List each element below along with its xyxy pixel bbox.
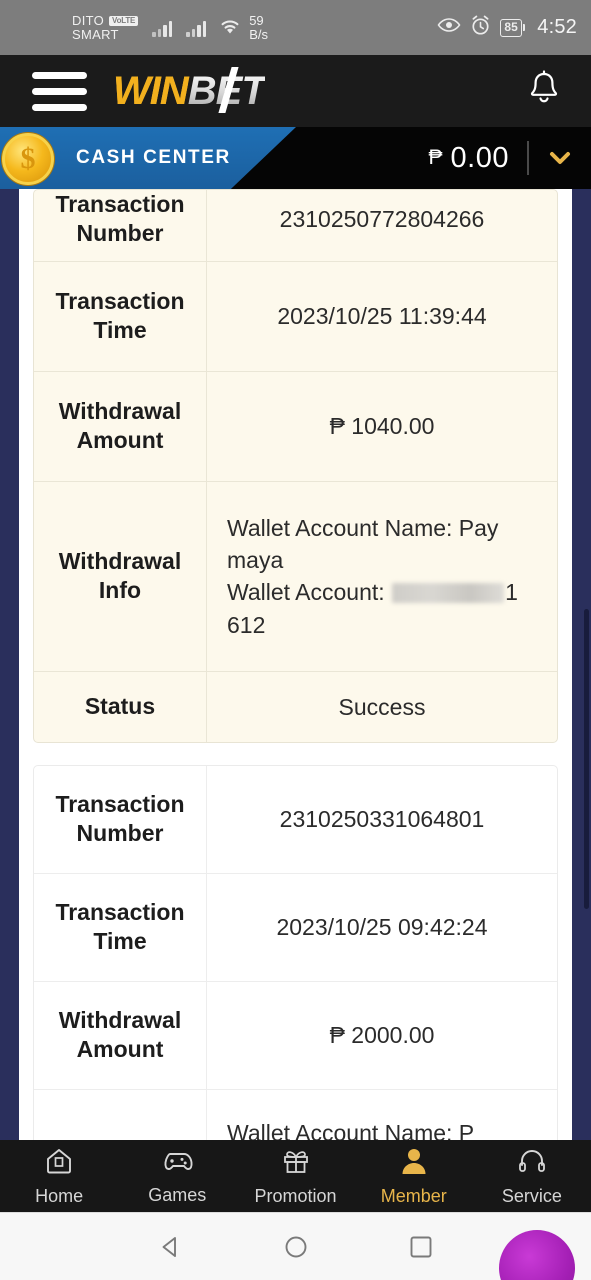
balance-amount: 0.00 — [450, 141, 509, 174]
network-speed-value: 59 — [249, 12, 264, 28]
row-label: Transaction Time — [34, 261, 207, 371]
row-label: Status — [34, 671, 207, 742]
row-label: Withdrawal Info — [34, 481, 207, 671]
row-value: 2023/10/25 09:42:24 — [276, 914, 488, 941]
hamburger-bar — [32, 71, 87, 79]
nav-item-member[interactable]: Member — [355, 1146, 473, 1207]
wallet-account-name-line1: Wallet Account Name: Pay — [227, 515, 499, 541]
table-row: Status Success — [34, 671, 557, 742]
carrier-info: DITO VoLTE SMART — [72, 12, 139, 42]
nav-label: Service — [501, 1185, 562, 1206]
recents-square-icon[interactable] — [406, 1232, 436, 1262]
logo-text-win: WIN — [113, 68, 189, 113]
battery-cap — [522, 24, 526, 31]
home-circle-icon[interactable] — [281, 1232, 311, 1262]
table-row: Withdrawal Amount ₱ 2000.00 — [34, 981, 557, 1090]
row-label: Transaction Number — [34, 765, 207, 873]
cash-center-bar[interactable]: $ CASH CENTER ₱ 0.00 — [0, 127, 591, 189]
balance-area[interactable]: ₱ 0.00 — [429, 141, 573, 175]
table-row: Transaction Number 2310250772804266 — [34, 190, 557, 262]
network-speed-unit: B/s — [249, 26, 268, 42]
coin-icon: $ — [2, 133, 54, 185]
system-status-bar: DITO VoLTE SMART 59 B/s 85 4:52 — [0, 0, 591, 55]
nav-item-service[interactable]: Service — [473, 1146, 591, 1207]
row-value: 2310250772804266 — [279, 206, 485, 233]
row-label: Withdrawal Amount — [34, 371, 207, 481]
transaction-history-scroll-area[interactable]: Transaction Number 2310250772804266 Tran… — [0, 189, 591, 1140]
wifi-icon — [218, 16, 242, 40]
nav-item-promotion[interactable]: Promotion — [236, 1146, 354, 1207]
row-value: 2310250331064801 — [279, 806, 485, 833]
clock-label: 4:52 — [537, 16, 577, 38]
table-row: Transaction Number 2310250331064801 — [34, 765, 557, 874]
nav-item-games[interactable]: Games — [118, 1147, 236, 1206]
nav-item-home[interactable]: Home — [0, 1146, 118, 1207]
row-value: ₱ 1040.00 — [329, 413, 435, 440]
status-bar-right: 85 4:52 — [437, 15, 577, 41]
network-speed-indicator: 59 B/s — [249, 14, 268, 41]
redacted-account-number — [392, 583, 505, 604]
person-icon — [399, 1146, 429, 1181]
hamburger-bar — [32, 103, 87, 111]
cash-center-label: CASH CENTER — [76, 147, 231, 168]
eye-icon — [437, 17, 461, 38]
wallet-account-name-line2: maya — [227, 547, 284, 574]
bell-icon[interactable] — [525, 69, 563, 114]
battery-icon: 85 — [500, 18, 526, 37]
app-header: WIN BET — [0, 55, 591, 127]
battery-percent-label: 85 — [500, 18, 522, 37]
phone-screen: DITO VoLTE SMART 59 B/s 85 4:52 WIN $ CA… — [0, 0, 591, 1280]
wallet-account-line4: 612 — [227, 611, 266, 638]
nav-label: Games — [148, 1184, 207, 1205]
transaction-card: Transaction Number 2310250772804266 Tran… — [33, 189, 558, 743]
row-value-clipped: Wallet Account Name: P — [227, 1119, 475, 1140]
row-value: 2023/10/25 11:39:44 — [277, 303, 487, 330]
carrier-primary-row: DITO VoLTE — [72, 12, 139, 28]
table-row: Withdrawal Info Wallet Account Name: Pay… — [34, 481, 557, 672]
wallet-account-suffix: 1 — [505, 579, 518, 606]
status-bar-left: DITO VoLTE SMART 59 B/s — [72, 14, 268, 41]
volte-badge: VoLTE — [109, 15, 139, 26]
status-badge: Success — [338, 693, 426, 720]
table-row: Transaction Time 2023/10/25 09:42:24 — [34, 873, 557, 982]
brand-logo[interactable]: WIN BET — [113, 66, 266, 114]
signal-strength-icon-sim1 — [152, 19, 173, 37]
row-value: ₱ 2000.00 — [329, 1022, 435, 1049]
transaction-list: Transaction Number 2310250772804266 Tran… — [19, 189, 572, 1140]
nav-label: Home — [35, 1185, 84, 1206]
table-row: Withdrawal Amount ₱ 1040.00 — [34, 371, 557, 482]
nav-label: Member — [380, 1185, 447, 1206]
table-row-partially-visible: Wallet Account Name: P — [34, 1089, 557, 1140]
carrier-secondary-label: SMART — [72, 26, 119, 42]
row-label: Transaction Number — [34, 190, 207, 261]
row-label: Transaction Time — [34, 873, 207, 981]
gift-icon — [281, 1146, 311, 1181]
row-label: Withdrawal Amount — [34, 981, 207, 1089]
headset-icon — [517, 1146, 547, 1181]
wallet-account-prefix: Wallet Account: — [227, 579, 392, 606]
gamepad-icon — [160, 1147, 194, 1180]
table-row: Transaction Time 2023/10/25 11:39:44 — [34, 261, 557, 372]
transaction-card: Transaction Number 2310250331064801 Tran… — [33, 764, 558, 1140]
alarm-clock-icon — [470, 15, 491, 41]
nav-label: Promotion — [254, 1185, 337, 1206]
hamburger-bar — [32, 87, 87, 95]
bottom-navigation-bar: Home Games Promotion Member Service — [0, 1140, 591, 1212]
currency-symbol: ₱ — [428, 146, 443, 169]
back-triangle-icon[interactable] — [156, 1232, 186, 1262]
row-value-withdrawal-info: Wallet Account Name: Pay maya Wallet Acc… — [207, 482, 557, 671]
vertical-scrollbar[interactable] — [584, 609, 589, 909]
chevron-down-icon[interactable] — [547, 145, 573, 171]
signal-strength-icon-sim2 — [186, 19, 207, 37]
home-icon — [44, 1146, 74, 1181]
hamburger-menu-icon[interactable] — [32, 71, 87, 111]
carrier-primary-label: DITO — [72, 12, 105, 28]
row-label — [34, 1089, 207, 1140]
balance-divider — [527, 141, 529, 175]
